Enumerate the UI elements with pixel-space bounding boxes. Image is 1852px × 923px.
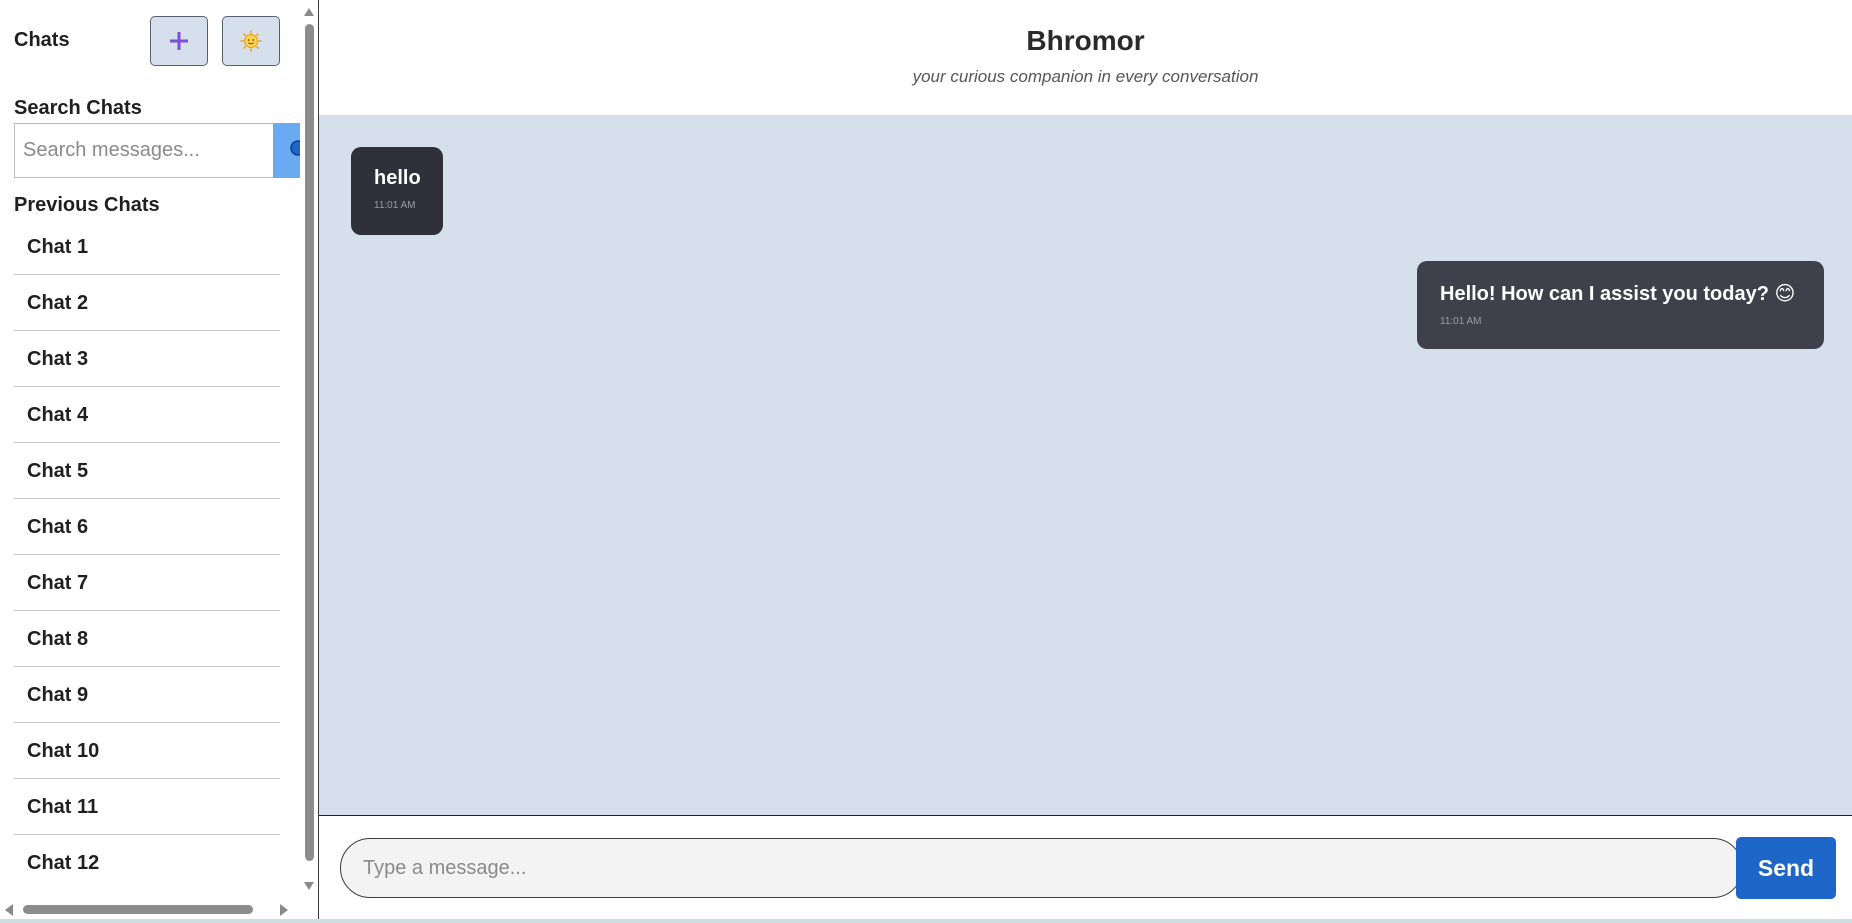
chat-main: Bhromor your curious companion in every … — [319, 0, 1852, 923]
message-text: hello — [374, 167, 421, 189]
search-box — [14, 123, 300, 178]
search-button[interactable] — [273, 123, 300, 178]
sidebar: Chats Search Chats Search messages... Pr… — [0, 0, 319, 923]
chat-list-item[interactable]: Chat 5 — [14, 444, 280, 499]
search-icon — [290, 140, 300, 156]
previous-chats-label: Previous Chats — [14, 194, 160, 216]
sidebar-content: Chats Search Chats Search messages... Pr… — [14, 0, 300, 890]
chat-list-item[interactable]: Chat 3 — [14, 332, 280, 387]
message-timestamp: 11:01 AM — [1440, 316, 1482, 327]
message-timestamp: 11:01 AM — [374, 200, 416, 211]
app-subtitle: your curious companion in every conversa… — [912, 67, 1259, 86]
chat-list-item[interactable]: Chat 7 — [14, 556, 280, 611]
message-text: Hello! How can I assist you today? 😊 — [1440, 283, 1796, 305]
chat-list: Chat 1 Chat 2 Chat 3 Chat 4 Chat 5 Chat … — [14, 220, 280, 890]
sun-face-icon — [240, 30, 262, 52]
search-chats-label: Search Chats — [14, 97, 142, 119]
sidebar-header: Chats — [14, 16, 300, 68]
chat-list-item[interactable]: Chat 10 — [14, 724, 280, 779]
message-input[interactable] — [340, 838, 1743, 898]
chat-list-item[interactable]: Chat 1 — [14, 220, 280, 275]
scroll-left-arrow-icon[interactable] — [5, 904, 13, 916]
sidebar-title: Chats — [14, 29, 70, 51]
chat-list-item[interactable]: Chat 2 — [14, 276, 280, 331]
chat-list-item[interactable]: Chat 11 — [14, 780, 280, 835]
plus-icon — [170, 32, 188, 50]
scroll-down-arrow-icon[interactable] — [304, 882, 314, 890]
search-input[interactable] — [14, 123, 273, 178]
chat-list-item[interactable]: Chat 8 — [14, 612, 280, 667]
chat-list-item[interactable]: Chat 9 — [14, 668, 280, 723]
chat-app: Chats Search Chats Search messages... Pr… — [0, 0, 1852, 923]
app-title: Bhromor — [1026, 25, 1145, 56]
assistant-message: Hello! How can I assist you today? 😊 11:… — [1417, 261, 1824, 349]
vertical-scroll-thumb[interactable] — [305, 24, 314, 861]
user-message: hello 11:01 AM — [351, 147, 443, 235]
chat-list-item[interactable]: Chat 6 — [14, 500, 280, 555]
chat-list-item[interactable]: Chat 4 — [14, 388, 280, 443]
sidebar-horizontal-scrollbar[interactable] — [0, 900, 300, 916]
window-bottom-edge — [0, 919, 1852, 923]
messages-area: hello 11:01 AM Hello! How can I assist y… — [319, 116, 1852, 816]
sidebar-vertical-scrollbar[interactable] — [302, 0, 316, 895]
horizontal-scroll-thumb[interactable] — [23, 905, 253, 914]
chat-header: Bhromor your curious companion in every … — [319, 0, 1852, 116]
theme-toggle-button[interactable] — [222, 16, 280, 66]
scroll-right-arrow-icon[interactable] — [280, 904, 288, 916]
send-button[interactable]: Send — [1736, 837, 1836, 899]
scroll-up-arrow-icon[interactable] — [304, 8, 314, 16]
message-composer: Send — [319, 816, 1852, 923]
new-chat-button[interactable] — [150, 16, 208, 66]
chat-list-item[interactable]: Chat 12 — [14, 836, 280, 890]
